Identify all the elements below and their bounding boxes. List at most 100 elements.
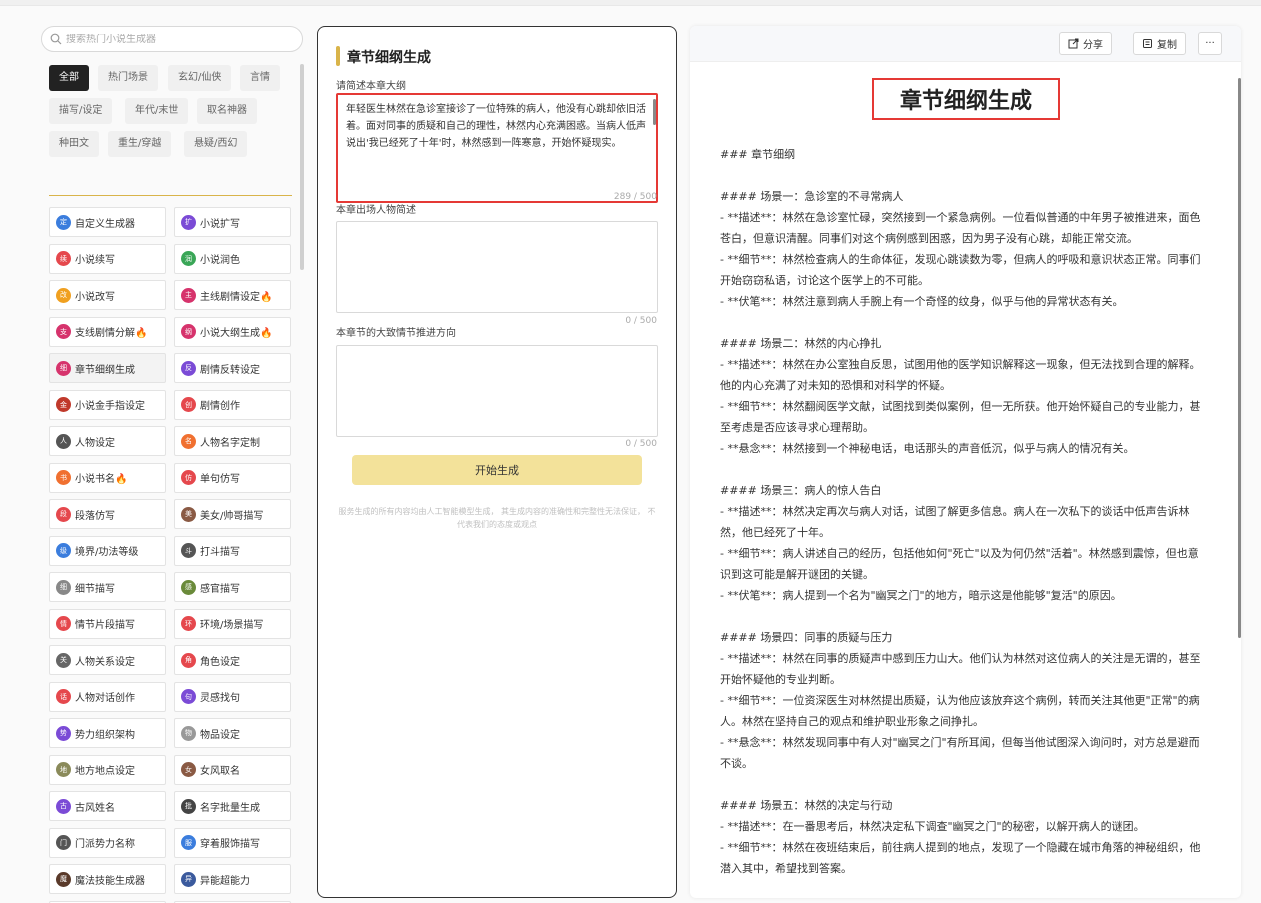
tool-item[interactable]: 女女风取名 bbox=[174, 754, 291, 785]
tool-item[interactable]: 改小说改写 bbox=[49, 280, 166, 310]
tool-label: 支线剧情分解🔥 bbox=[75, 328, 148, 339]
tool-label: 小说润色 bbox=[200, 255, 240, 266]
tool-label: 美女/帅哥描写 bbox=[200, 510, 264, 522]
tool-item[interactable]: 势势力组织架构 bbox=[49, 718, 166, 748]
search-input[interactable] bbox=[66, 33, 286, 45]
result-line: - **描述**：林然在急诊室忙碌，突然接到一个紧急病例。一位看似普通的中年男子… bbox=[720, 211, 1201, 245]
tool-item[interactable]: 扩小说扩写 bbox=[174, 207, 291, 237]
tool-item[interactable]: 主主线剧情设定🔥 bbox=[174, 280, 291, 310]
category-farming[interactable]: 种田文 bbox=[49, 131, 99, 157]
category-era[interactable]: 年代/末世 bbox=[125, 98, 189, 124]
outline-char-count: 289 / 500 bbox=[613, 192, 657, 202]
tool-item[interactable]: 话人物对话创作 bbox=[49, 681, 166, 712]
tool-icon: 关 bbox=[56, 652, 71, 668]
result-heading: #### 场景五：林然的决定与行动 bbox=[720, 799, 893, 812]
tool-label: 人物关系设定 bbox=[75, 656, 135, 668]
tool-icon: 女 bbox=[181, 762, 196, 777]
tool-label: 环境/场景描写 bbox=[200, 620, 264, 631]
tool-icon: 斗 bbox=[181, 543, 196, 558]
tool-item[interactable]: 斗打斗描写 bbox=[174, 535, 291, 566]
result-heading: #### 场景一：急诊室的不寻常病人 bbox=[720, 190, 904, 203]
tool-icon: 环 bbox=[181, 616, 196, 631]
title-accent bbox=[336, 46, 340, 66]
tool-icon: 人 bbox=[56, 433, 71, 449]
tool-label: 异能超能力 bbox=[200, 875, 250, 887]
tool-item[interactable]: 人人物设定 bbox=[49, 426, 166, 456]
tool-icon: 仿 bbox=[181, 470, 196, 485]
tool-item[interactable]: 地地方地点设定 bbox=[49, 754, 166, 785]
tool-icon: 地 bbox=[56, 762, 71, 777]
tool-label: 地方地点设定 bbox=[75, 766, 135, 777]
tool-item[interactable]: 细细节描写 bbox=[49, 572, 166, 602]
tool-item[interactable]: 批名字批量生成 bbox=[174, 791, 291, 821]
direction-label: 本章节的大致情节推进方向 bbox=[336, 328, 456, 339]
category-naming[interactable]: 取名神器 bbox=[197, 98, 257, 124]
sidebar-scrollbar[interactable] bbox=[300, 64, 304, 270]
tool-item[interactable]: 门门派势力名称 bbox=[49, 827, 166, 858]
tool-item[interactable]: 润小说润色 bbox=[174, 243, 291, 274]
tool-item[interactable]: 支支线剧情分解🔥 bbox=[49, 316, 166, 347]
tool-icon: 魔 bbox=[56, 871, 71, 887]
share-button[interactable]: 分享 bbox=[1059, 32, 1112, 55]
outline-scrollbar[interactable] bbox=[653, 99, 656, 125]
tool-item[interactable]: 仿单句仿写 bbox=[174, 462, 291, 493]
copy-button[interactable]: 复制 bbox=[1133, 32, 1186, 55]
result-heading: #### 场景三：病人的惊人告白 bbox=[720, 484, 882, 497]
tool-item[interactable]: 反剧情反转设定 bbox=[174, 353, 291, 383]
tool-label: 细节描写 bbox=[75, 583, 115, 595]
tool-label: 女风取名 bbox=[200, 766, 240, 777]
tool-item[interactable]: 金小说金手指设定 bbox=[49, 389, 166, 420]
tool-item[interactable]: 级境界/功法等级 bbox=[49, 535, 166, 566]
tool-item[interactable]: 情情节片段描写 bbox=[49, 608, 166, 639]
outline-textarea[interactable]: 年轻医生林然在急诊室接诊了一位特殊的病人，他没有心跳却依旧活着。面对同事的质疑和… bbox=[336, 93, 658, 203]
tool-item[interactable]: 书小说书名🔥 bbox=[49, 462, 166, 493]
start-generate-button[interactable]: 开始生成 bbox=[352, 455, 642, 485]
tool-item[interactable]: 异异能超能力 bbox=[174, 864, 291, 894]
more-button[interactable]: ··· bbox=[1198, 32, 1222, 55]
result-line: - **伏笔**：林然注意到病人手腕上有一个奇怪的纹身，似乎与他的异常状态有关。 bbox=[720, 295, 1124, 308]
category-fantasy[interactable]: 玄幻/仙侠 bbox=[168, 65, 232, 91]
tool-icon: 扩 bbox=[181, 214, 196, 230]
tool-item[interactable]: 续小说续写 bbox=[49, 243, 166, 274]
tool-label: 小说续写 bbox=[75, 255, 115, 266]
tool-icon: 名 bbox=[181, 433, 196, 449]
tool-icon: 情 bbox=[56, 616, 71, 631]
tool-item[interactable]: 句灵感找句 bbox=[174, 681, 291, 712]
tool-item[interactable]: 环环境/场景描写 bbox=[174, 608, 291, 639]
tool-item[interactable]: 创剧情创作 bbox=[174, 389, 291, 420]
tool-icon: 书 bbox=[56, 470, 71, 485]
search-box[interactable] bbox=[41, 26, 303, 52]
tool-item[interactable]: 古古风姓名 bbox=[49, 791, 166, 821]
tool-item[interactable]: 物物品设定 bbox=[174, 718, 291, 748]
tool-item[interactable]: 关人物关系设定 bbox=[49, 645, 166, 675]
tool-item[interactable]: 角角色设定 bbox=[174, 645, 291, 675]
result-line bbox=[720, 606, 1206, 627]
share-icon bbox=[1068, 38, 1079, 49]
tool-icon: 角 bbox=[181, 652, 196, 668]
tool-item[interactable]: 魔魔法技能生成器 bbox=[49, 864, 166, 894]
tool-label: 境界/功法等级 bbox=[75, 547, 139, 558]
tool-item[interactable]: 纲小说大纲生成🔥 bbox=[174, 316, 291, 347]
direction-textarea[interactable] bbox=[336, 345, 658, 437]
tool-item[interactable]: 细章节细纲生成 bbox=[49, 353, 166, 383]
result-line: - **悬念**：林然发现同事中有人对"幽冥之门"有所耳闻，但每当他试图深入询问… bbox=[720, 736, 1200, 770]
category-rebirth[interactable]: 重生/穿越 bbox=[108, 131, 172, 157]
result-heading: ### 章节细纲 bbox=[720, 148, 796, 161]
tool-item[interactable]: 感感官描写 bbox=[174, 572, 291, 602]
category-all[interactable]: 全部 bbox=[49, 65, 89, 91]
category-mystery[interactable]: 悬疑/西幻 bbox=[184, 131, 248, 157]
tool-item[interactable]: 段段落仿写 bbox=[49, 499, 166, 529]
tool-item[interactable]: 名人物名字定制 bbox=[174, 426, 291, 456]
result-scrollbar[interactable] bbox=[1238, 78, 1241, 638]
tool-item[interactable]: 服穿着服饰描写 bbox=[174, 827, 291, 858]
tool-item[interactable]: 定自定义生成器 bbox=[49, 207, 166, 237]
category-description[interactable]: 描写/设定 bbox=[49, 98, 113, 124]
characters-textarea[interactable] bbox=[336, 221, 658, 313]
category-romance[interactable]: 言情 bbox=[240, 65, 280, 91]
top-bar bbox=[0, 0, 1261, 6]
category-hot-scenes[interactable]: 热门场景 bbox=[98, 65, 158, 91]
tool-label: 物品设定 bbox=[200, 729, 240, 741]
tool-item[interactable]: 美美女/帅哥描写 bbox=[174, 499, 291, 529]
tool-label: 章节细纲生成 bbox=[75, 364, 135, 376]
tool-icon: 主 bbox=[181, 287, 196, 303]
